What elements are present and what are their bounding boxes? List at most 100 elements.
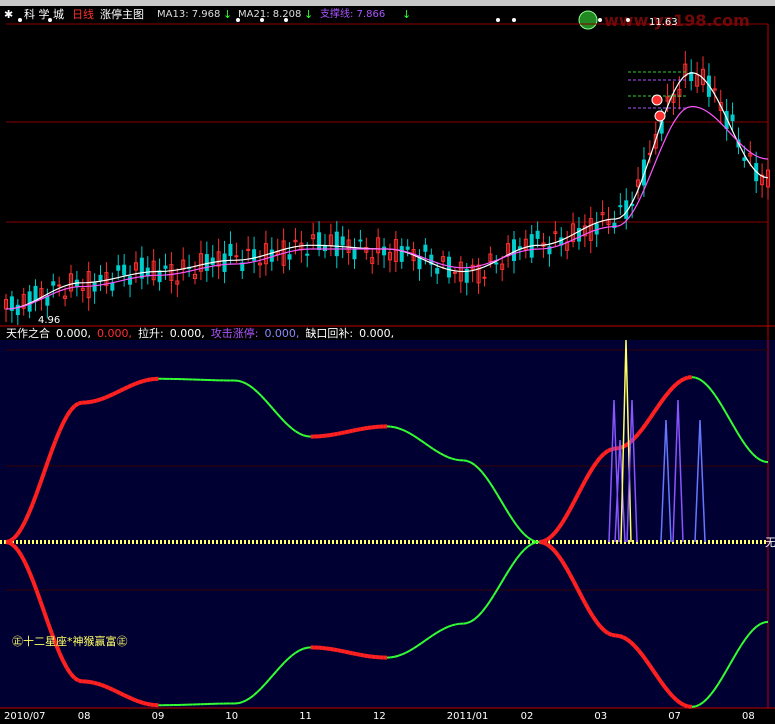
candle-body — [128, 276, 133, 285]
oscillator-lower-segment — [535, 541, 540, 544]
oscillator-upper-segment — [542, 537, 548, 544]
quekou-value: 0.000, — [359, 327, 395, 340]
oscillator-lower-segment — [607, 631, 613, 637]
oscillator-upper-segment — [104, 394, 110, 400]
smiley-icon — [654, 110, 666, 122]
lasheng-label: 拉升: — [138, 327, 164, 340]
oscillator-lower-segment — [119, 691, 125, 697]
candle-body — [234, 255, 239, 258]
signal-marker — [236, 18, 240, 22]
signal-marker — [48, 18, 52, 22]
tianzuo-value-a: 0.000, — [56, 327, 91, 340]
oscillator-upper-segment — [111, 390, 118, 397]
oscillator-upper-segment — [238, 379, 243, 383]
x-tick-label: 09 — [151, 711, 165, 722]
candle-body — [139, 257, 144, 279]
oscillator-upper-segment — [549, 531, 557, 539]
candle-body — [305, 253, 310, 256]
oscillator-lower-segment — [325, 646, 331, 651]
oscillator-upper-segment — [390, 425, 395, 429]
oscillator-lower-segment — [111, 687, 118, 694]
oscillator-lower-segment — [679, 701, 686, 707]
oscillator-lower-segment — [12, 544, 19, 551]
oscillator-lower-segment — [390, 655, 395, 659]
oscillator-upper-segment — [89, 399, 94, 404]
oscillator-upper-segment — [675, 379, 682, 386]
candle-body — [51, 281, 56, 286]
oscillator-lower-segment — [356, 652, 361, 657]
candle-body — [340, 236, 345, 246]
oscillator-upper-segment — [363, 425, 369, 431]
x-tick-label: 12 — [373, 711, 386, 722]
candle-body — [482, 276, 487, 279]
x-tick-label: 08 — [77, 711, 91, 722]
oscillator-lower-segment — [367, 654, 373, 659]
oscillator-lower-segment — [363, 653, 369, 659]
lasheng-value: 0.000, — [169, 327, 205, 340]
oscillator-upper-segment — [463, 459, 468, 462]
candle-body — [210, 257, 215, 265]
x-tick-label: 08 — [742, 711, 755, 722]
oscillator-upper-segment — [123, 385, 129, 391]
oscillator-lower-segment — [539, 540, 544, 545]
oscillator-lower-segment — [115, 689, 122, 696]
oscillator-lower-segment — [344, 649, 350, 655]
candle-body — [322, 244, 327, 252]
oscillator-upper-segment — [398, 427, 403, 431]
oscillator-lower-segment — [542, 540, 548, 547]
series-line-ma21 — [5, 105, 769, 310]
x-tick-label: 02 — [520, 711, 534, 722]
oscillator-upper-segment — [602, 449, 610, 456]
oscillator-upper-segment — [119, 387, 125, 393]
x-tick-label: 11 — [299, 711, 312, 722]
oscillator-lower-segment — [683, 703, 689, 709]
oscillator-lower-segment — [545, 542, 553, 549]
oscillator-upper-segment — [127, 383, 133, 389]
oscillator-upper-segment — [447, 456, 453, 460]
oscillator-upper-segment — [344, 429, 350, 435]
oscillator-upper-segment — [69, 404, 77, 412]
candle-body — [122, 264, 127, 276]
oscillator-lower-segment — [138, 699, 144, 705]
lower-panel-header: 天作之合 0.000, 0.000, 拉升: 0.000, 攻击涨停: 0.000, 缺口回补… — [6, 326, 400, 342]
tianzuo-value-b: 0.000, — [97, 327, 132, 340]
lower-panel-background — [0, 340, 775, 708]
candle-body — [730, 114, 735, 122]
oscillator-upper-segment — [302, 434, 308, 438]
oscillator-lower-segment — [667, 690, 675, 698]
oscillator-lower-segment — [625, 637, 633, 644]
oscillator-upper-segment — [598, 452, 606, 459]
oscillator-upper-segment — [356, 427, 361, 432]
oscillator-lower-segment — [108, 686, 114, 692]
oscillator-lower-segment — [146, 701, 152, 707]
x-tick-label: 10 — [225, 711, 239, 722]
oscillator-upper-segment — [359, 426, 365, 432]
oscillator-upper-segment — [394, 426, 399, 430]
oscillator-lower-segment — [104, 684, 110, 690]
oscillator-lower-segment — [142, 700, 148, 706]
oscillator-lower-segment — [340, 648, 346, 654]
candle-body — [435, 268, 440, 274]
oscillator-upper-segment — [146, 377, 152, 383]
oscillator-upper-segment — [115, 388, 122, 395]
oscillator-lower-segment — [5, 540, 11, 545]
oscillator-lower-segment — [123, 693, 129, 699]
candle-body — [27, 291, 32, 312]
candle-body — [512, 239, 516, 261]
oscillator-lower-segment — [629, 640, 637, 648]
candle-body — [163, 265, 168, 269]
oscillator-lower-segment — [100, 683, 106, 689]
candle-body — [57, 284, 62, 287]
candle-body — [157, 270, 162, 283]
candle-body — [45, 295, 50, 306]
oscillator-lower-segment — [89, 680, 94, 685]
oscillator-upper-segment — [142, 378, 148, 384]
oscillator-lower-segment — [633, 644, 640, 652]
oscillator-lower-segment — [671, 694, 678, 702]
oscillator-lower-segment — [77, 678, 83, 684]
oscillator-lower-segment — [302, 646, 308, 650]
oscillator-lower-segment — [466, 620, 472, 625]
candle-body — [352, 248, 357, 260]
oscillator-upper-segment — [352, 427, 357, 433]
oscillator-lower-segment — [93, 680, 98, 686]
